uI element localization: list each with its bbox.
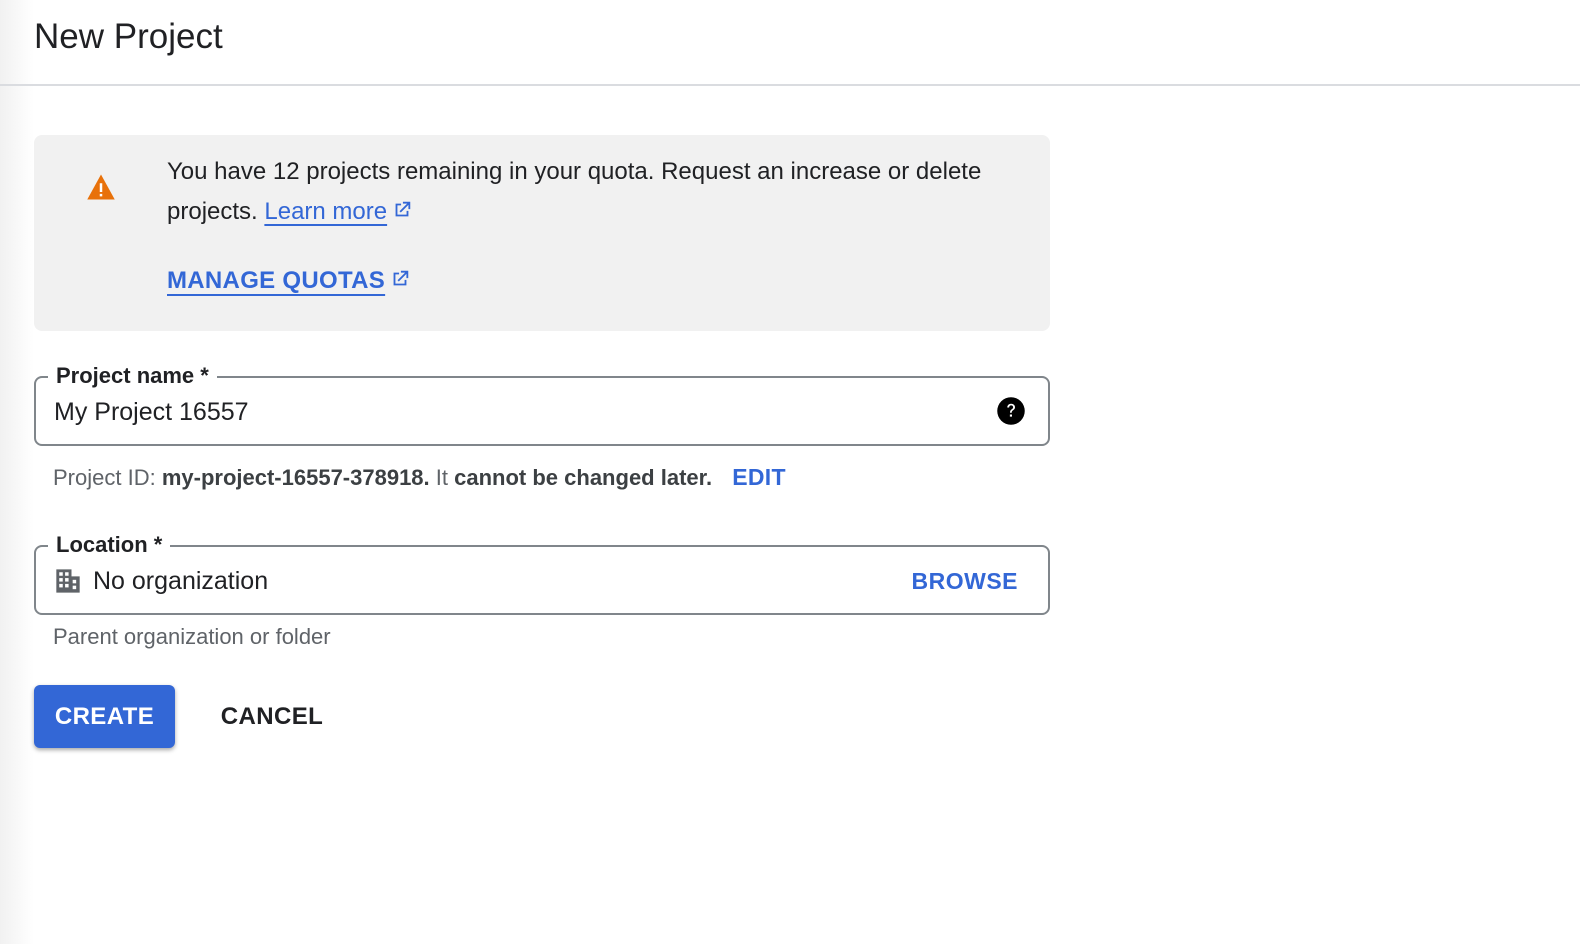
page-title: New Project [34, 17, 223, 56]
browse-button[interactable]: BROWSE [912, 565, 1019, 597]
page-header: New Project [0, 0, 1580, 86]
building-icon [56, 569, 80, 593]
project-id-suffix: cannot be changed later. [454, 465, 713, 490]
project-id-prefix: Project ID: [53, 465, 156, 490]
warning-triangle-icon [87, 174, 115, 200]
project-id-mid: It [435, 465, 449, 490]
help-circle-icon[interactable] [996, 396, 1026, 426]
new-project-page: New Project You have 12 projects remaini… [0, 0, 1580, 944]
location-value: No organization [93, 567, 269, 595]
cancel-button[interactable]: CANCEL [202, 685, 342, 748]
location-label: Location * [48, 531, 171, 559]
project-id-info: Project ID: my-project-16557-378918. It … [53, 461, 786, 494]
quota-warning-banner: You have 12 projects remaining in your q… [34, 135, 1050, 331]
create-button[interactable]: CREATE [34, 685, 175, 748]
location-field[interactable]: Location * No organization BROWSE [34, 531, 1050, 615]
edit-project-id-button[interactable]: EDIT [732, 464, 786, 490]
learn-more-link[interactable]: Learn more [264, 198, 387, 225]
location-helper-text: Parent organization or folder [53, 624, 331, 649]
manage-quotas-link[interactable]: MANAGE QUOTAS [167, 263, 411, 299]
project-name-label: Project name * [48, 362, 217, 390]
quota-message: You have 12 projects remaining in your q… [167, 152, 1007, 232]
project-name-input[interactable]: My Project 16557 [54, 396, 249, 428]
project-name-field[interactable]: Project name * My Project 16557 [34, 362, 1050, 446]
open-in-new-icon[interactable] [391, 199, 413, 221]
open-in-new-icon[interactable] [389, 268, 411, 290]
project-id-value: my-project-16557-378918. [161, 465, 430, 490]
